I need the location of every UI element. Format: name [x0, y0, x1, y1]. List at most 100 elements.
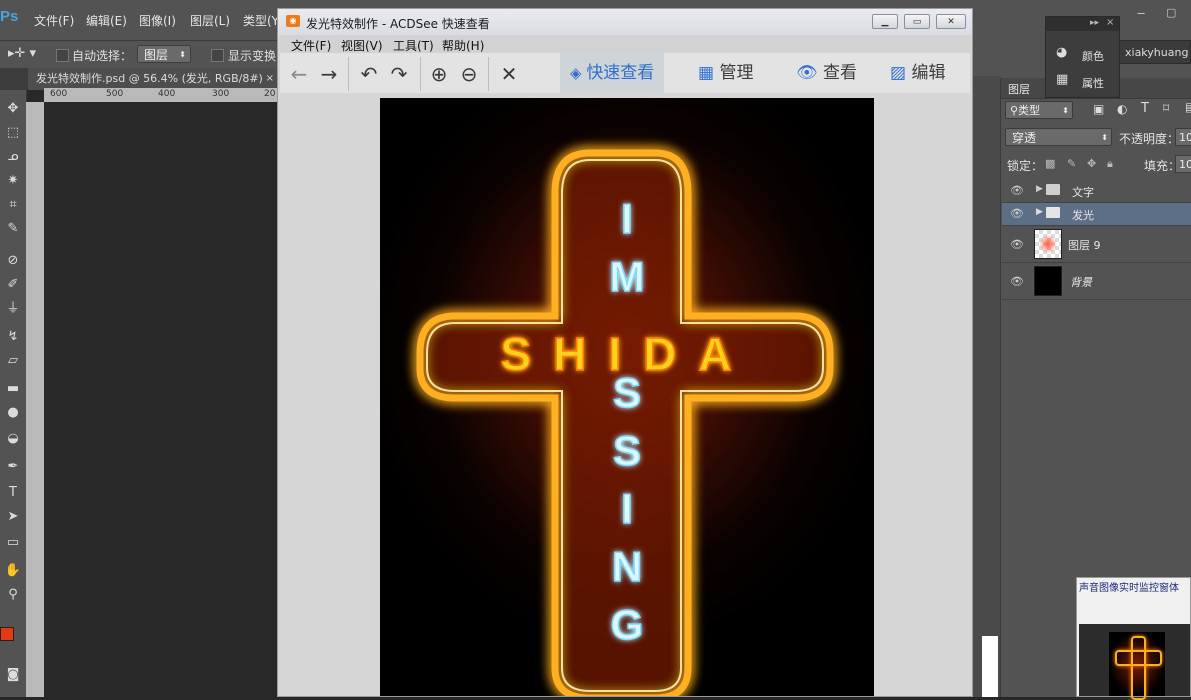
mode-view[interactable]: 👁︎ 查看: [786, 53, 867, 93]
eye-icon: 👁︎: [796, 63, 823, 83]
eyedropper-icon[interactable]: ✎: [0, 218, 26, 240]
layer-row-background[interactable]: 👁︎ 背景: [1002, 263, 1191, 300]
minimize-icon[interactable]: ‒: [1137, 6, 1151, 21]
mode-quick-view[interactable]: ◈ 快速查看: [560, 53, 665, 93]
layer-row-glow-group[interactable]: 👁︎ ▶ 发光: [1002, 203, 1191, 226]
magic-wand-icon[interactable]: ✷: [0, 170, 26, 192]
brush-tool-icon[interactable]: ✐: [0, 274, 26, 296]
history-brush-icon[interactable]: ↯: [0, 326, 26, 348]
minimize-icon[interactable]: ▁: [872, 14, 898, 29]
expand-arrow-icon[interactable]: ▶: [1036, 207, 1043, 217]
ps-menu-file[interactable]: 文件(F): [34, 12, 74, 29]
acdsee-menubar: 文件(F) 视图(V) 工具(T) 帮助(H): [280, 35, 970, 53]
eye-icon[interactable]: 👁︎: [1010, 207, 1024, 220]
color-panel-label[interactable]: 颜色: [1082, 48, 1104, 64]
collapse-icon[interactable]: ▸▸: [1090, 18, 1099, 28]
properties-icon[interactable]: ▦: [1056, 72, 1068, 87]
document-tabs: 发光特效制作.psd @ 56.4% (发光, RGB/8#) ×: [0, 68, 280, 90]
rotate-left-icon[interactable]: ↶: [356, 61, 382, 87]
expand-arrow-icon[interactable]: ▶: [1036, 184, 1043, 194]
acd-menu-help[interactable]: 帮助(H): [442, 37, 484, 54]
mode-manage[interactable]: ▦ 管理: [688, 53, 763, 93]
ruler-tick: 300: [212, 89, 230, 99]
close-icon[interactable]: ×: [1106, 17, 1114, 28]
vertical-letter: I: [621, 195, 633, 242]
pixel-filter-icon[interactable]: ▣: [1093, 102, 1104, 116]
shape-filter-icon[interactable]: ⌑: [1163, 101, 1169, 115]
maximize-icon[interactable]: ▭: [904, 14, 930, 29]
show-transform-checkbox[interactable]: [211, 49, 224, 62]
vertical-letter: N: [612, 543, 642, 590]
ps-menu-type[interactable]: 类型(Y: [243, 12, 279, 29]
type-filter-icon[interactable]: T: [1141, 101, 1149, 116]
close-tab-icon[interactable]: ×: [266, 68, 274, 90]
healing-brush-icon[interactable]: ⊘: [0, 250, 26, 272]
hand-tool-icon[interactable]: ✋: [0, 560, 26, 582]
move-tool-icon[interactable]: ✥: [0, 98, 26, 120]
auto-select-checkbox[interactable]: [56, 49, 69, 62]
eraser-tool-icon[interactable]: ▱: [0, 350, 26, 372]
zoom-tool-icon[interactable]: ⚲: [0, 584, 26, 606]
mode-label: 编辑: [911, 63, 946, 83]
adjustment-filter-icon[interactable]: ◐: [1117, 102, 1127, 116]
back-arrow-icon[interactable]: ←: [286, 61, 312, 87]
stamp-tool-icon[interactable]: ⏚: [0, 298, 26, 320]
zoom-in-icon[interactable]: ⊕: [426, 61, 452, 87]
crop-tool-icon[interactable]: ⌗: [0, 194, 26, 216]
acd-menu-tools[interactable]: 工具(T): [393, 37, 434, 54]
move-tool-icon[interactable]: ▸✛ ▾: [8, 46, 36, 61]
shape-tool-icon[interactable]: ▭: [0, 532, 26, 554]
ps-menu-image[interactable]: 图像(I): [139, 12, 176, 29]
eye-icon[interactable]: 👁︎: [1010, 184, 1024, 197]
acd-menu-view[interactable]: 视图(V): [341, 37, 383, 54]
acd-menu-file[interactable]: 文件(F): [291, 37, 331, 54]
dodge-tool-icon[interactable]: ◒: [0, 428, 26, 450]
layer-row-layer-9[interactable]: 👁︎ 图层 9: [1002, 226, 1191, 263]
ps-menu-edit[interactable]: 编辑(E): [86, 12, 127, 29]
close-x-icon[interactable]: ✕: [496, 61, 522, 87]
toolbar-separator: [488, 57, 489, 91]
auto-select-label: 自动选择：: [72, 49, 133, 63]
folder-icon: [1046, 207, 1060, 218]
auto-select-dropdown[interactable]: 图层 ⬍: [137, 45, 191, 63]
gradient-tool-icon[interactable]: ▬: [0, 378, 26, 400]
marquee-tool-icon[interactable]: ⬚: [0, 122, 26, 144]
layer-row-text-group[interactable]: 👁︎ ▶ 文字: [1002, 180, 1191, 203]
type-tool-icon[interactable]: T: [0, 482, 26, 504]
eye-icon[interactable]: 👁︎: [1010, 275, 1024, 288]
lock-position-icon[interactable]: ✥: [1087, 157, 1096, 170]
lock-transparent-icon[interactable]: ▩: [1045, 157, 1055, 170]
opacity-input[interactable]: 10: [1175, 128, 1191, 146]
mode-label: 查看: [823, 63, 857, 83]
rotate-right-icon[interactable]: ↷: [386, 61, 412, 87]
path-select-icon[interactable]: ➤: [0, 506, 26, 528]
quick-view-icon: ◈: [570, 64, 587, 82]
pen-tool-icon[interactable]: ✒: [0, 456, 26, 478]
foreground-color-swatch[interactable]: [0, 627, 14, 641]
username-field[interactable]: xiakyhuang: [1116, 40, 1191, 64]
layers-panel-title[interactable]: 图层: [1008, 81, 1030, 97]
close-icon[interactable]: ✕: [936, 14, 966, 29]
ps-menu-layer[interactable]: 图层(L): [190, 12, 230, 29]
lock-all-icon[interactable]: 🔒︎: [1107, 157, 1113, 171]
color-palette-icon[interactable]: ◕: [1056, 45, 1067, 60]
blur-tool-icon[interactable]: ●: [0, 402, 26, 424]
eye-icon[interactable]: 👁︎: [1010, 238, 1024, 251]
mode-edit[interactable]: ▨ 编辑: [880, 53, 955, 93]
search-icon: ⚲: [1010, 104, 1019, 117]
lasso-tool-icon[interactable]: ᓄ: [0, 146, 26, 168]
zoom-out-icon[interactable]: ⊖: [456, 61, 482, 87]
document-tab[interactable]: 发光特效制作.psd @ 56.4% (发光, RGB/8#) ×: [28, 68, 278, 90]
toolbar-separator: [420, 57, 421, 91]
properties-panel-label[interactable]: 属性: [1082, 75, 1104, 91]
blend-mode-dropdown[interactable]: 穿透 ⬍: [1005, 128, 1112, 146]
forward-arrow-icon[interactable]: →: [316, 61, 342, 87]
restore-icon[interactable]: ▢: [1166, 6, 1180, 19]
dropdown-arrow-icon: ⬍: [179, 50, 186, 59]
quick-mask-icon[interactable]: ◙: [0, 664, 26, 686]
fill-input[interactable]: 10: [1175, 155, 1191, 173]
lock-pixels-icon[interactable]: ✎: [1067, 157, 1076, 170]
layer-filter-dropdown[interactable]: ⚲类型 ⬍: [1005, 101, 1073, 119]
photoshop-canvas[interactable]: [44, 102, 280, 697]
smart-object-filter-icon[interactable]: ▤: [1185, 100, 1191, 114]
